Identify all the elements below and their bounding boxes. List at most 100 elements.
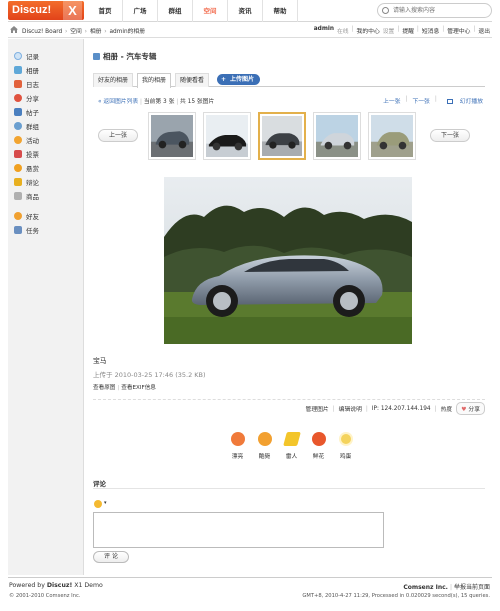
ip-address: IP: 124.207.144.194 xyxy=(371,405,431,412)
emotion-flower[interactable]: 鲜花 xyxy=(305,432,332,460)
home-icon[interactable] xyxy=(10,26,18,33)
emotion-label: 酷毙 xyxy=(258,454,271,460)
divider: | xyxy=(442,26,445,32)
sidebar-item-reward[interactable]: 悬赏 xyxy=(14,162,39,174)
submit-comment-button[interactable]: 评 论 xyxy=(93,551,129,563)
breadcrumb-album[interactable]: 相册 xyxy=(90,29,102,35)
breadcrumb-user-album[interactable]: admin的相册 xyxy=(109,29,145,35)
edit-description-link[interactable]: 编辑说明 xyxy=(339,404,362,413)
emotion-shocking[interactable]: 雷人 xyxy=(278,432,305,460)
tab-random[interactable]: 随便看看 xyxy=(175,73,210,87)
photo-title: 宝马 xyxy=(93,357,107,365)
sidebar-item-debate[interactable]: 辩论 xyxy=(14,176,39,188)
settings-link[interactable]: 设置 xyxy=(383,26,395,35)
report-page-link[interactable]: 举报当前页面 xyxy=(454,584,490,591)
smiley-icon[interactable] xyxy=(94,500,102,508)
breadcrumb-board[interactable]: Discuz! Board xyxy=(22,29,62,35)
thumbnail[interactable] xyxy=(313,112,361,160)
nav-square[interactable]: 广场 xyxy=(123,0,158,22)
sidebar-item-share[interactable]: 分享 xyxy=(14,92,39,104)
sidebar-item-activity[interactable]: 活动 xyxy=(14,134,39,146)
photo-toolbar: « 返回图片列表 | 当前第 3 张 | 共 15 张图片 上一张 | 下一张 … xyxy=(93,94,485,106)
breadcrumb-space[interactable]: 空间 xyxy=(70,29,82,35)
thumbnail[interactable] xyxy=(148,112,196,160)
emotion-label: 鸡蛋 xyxy=(339,454,352,460)
sidebar-item-friends[interactable]: 好友 xyxy=(14,210,39,222)
slideshow-icon xyxy=(446,99,453,104)
divider: | xyxy=(405,96,408,102)
upload-photo-button[interactable]: + 上传图片 xyxy=(217,74,261,85)
next-photo-button[interactable]: 下一张 xyxy=(430,129,470,142)
powered-by: Powered by Discuz! X1 Demo xyxy=(9,582,103,589)
my-center-link[interactable]: 我的中心 xyxy=(357,26,380,35)
tab-friends-album[interactable]: 好友的相册 xyxy=(93,73,134,87)
upload-label: 上传图片 xyxy=(230,76,255,83)
search-icon[interactable] xyxy=(382,7,389,14)
breadcrumb: Discuz! Board › 空间 › 相册 › admin的相册 xyxy=(22,26,145,35)
thumbnail[interactable] xyxy=(203,112,251,160)
sidebar-item-poll[interactable]: 投票 xyxy=(14,148,39,160)
photo-links: 查看原图 | 查看EXIF信息 xyxy=(93,383,156,391)
photo-actions: 管理图片 | 编辑说明 | IP: 124.207.144.194 | 热度 ♥… xyxy=(306,402,485,415)
slideshow-link[interactable]: 幻灯播放 xyxy=(442,96,483,105)
logout-link[interactable]: 退出 xyxy=(478,26,490,35)
sidebar-item-album[interactable]: 相册 xyxy=(14,64,39,76)
sidebar-item-task[interactable]: 任务 xyxy=(14,224,39,236)
prev-photo-link[interactable]: 上一张 xyxy=(383,96,400,105)
view-exif-link[interactable]: 查看EXIF信息 xyxy=(121,385,156,391)
thread-icon xyxy=(14,108,22,116)
nav-home[interactable]: 首页 xyxy=(88,0,123,22)
prev-photo-button[interactable]: 上一张 xyxy=(98,129,138,142)
debate-icon xyxy=(14,178,22,186)
heart-icon: ♥ xyxy=(461,407,467,413)
sidebar-item-thread[interactable]: 帖子 xyxy=(14,106,39,118)
messages-link[interactable]: 短消息 xyxy=(422,26,439,35)
notifications-link[interactable]: 提醒 xyxy=(402,26,414,35)
slideshow-label: 幻灯播放 xyxy=(459,99,483,105)
emotion-pretty[interactable]: 漂亮 xyxy=(224,432,251,460)
site-logo[interactable]: Discuz! X xyxy=(8,1,84,20)
user-menu: admin 在线 | 我的中心 设置 | 提醒 | 短消息 | 管理中心 | 退… xyxy=(311,26,490,35)
tab-my-album[interactable]: 我的相册 xyxy=(137,73,172,88)
thumbnail[interactable] xyxy=(368,112,416,160)
nav-group[interactable]: 群组 xyxy=(158,0,193,22)
view-original-link[interactable]: 查看原图 xyxy=(93,385,115,391)
nav-help[interactable]: 帮助 xyxy=(263,0,298,22)
emotion-cool[interactable]: 酷毙 xyxy=(251,432,278,460)
manage-photo-link[interactable]: 管理图片 xyxy=(306,404,329,413)
pretty-face-icon xyxy=(230,432,245,446)
nav-space[interactable]: 空间 xyxy=(193,0,228,22)
thumbnail-image xyxy=(371,115,413,157)
company-link[interactable]: Comsenz Inc. xyxy=(403,584,448,591)
share-label: 分享 xyxy=(468,407,480,413)
chevron-down-icon[interactable]: ▾ xyxy=(104,500,107,506)
sidebar-item-group[interactable]: 群组 xyxy=(14,120,39,132)
album-tabs: 好友的相册 我的相册 随便看看 + 上传图片 xyxy=(93,72,485,88)
username-link[interactable]: admin xyxy=(314,26,334,35)
sidebar-item-label: 帖子 xyxy=(26,109,39,117)
emotion-label: 鲜花 xyxy=(312,454,325,460)
main-photo[interactable] xyxy=(164,177,412,344)
share-button[interactable]: ♥ 分享 xyxy=(456,402,485,415)
sidebar-item-goods[interactable]: 商品 xyxy=(14,190,39,202)
sidebar-item-blog[interactable]: 日志 xyxy=(14,78,39,90)
goods-icon xyxy=(14,192,22,200)
activity-icon xyxy=(14,136,22,144)
thumbnail-image xyxy=(262,116,302,156)
admin-center-link[interactable]: 管理中心 xyxy=(447,26,470,35)
nav-news[interactable]: 资讯 xyxy=(228,0,263,22)
search-input[interactable] xyxy=(393,6,488,15)
sidebar-item-label: 相册 xyxy=(26,67,39,75)
next-photo-link[interactable]: 下一张 xyxy=(412,96,429,105)
thumbnail-selected[interactable] xyxy=(258,112,306,160)
poll-icon xyxy=(14,150,22,158)
page-title: 相册 - 汽车专辑 xyxy=(93,51,156,62)
comment-input[interactable] xyxy=(93,512,384,548)
online-status[interactable]: 在线 xyxy=(337,26,349,35)
emotion-egg[interactable]: 鸡蛋 xyxy=(332,432,359,460)
sidebar-item-record[interactable]: 记录 xyxy=(14,50,39,62)
back-to-list-link[interactable]: 返回图片列表 xyxy=(103,99,138,105)
lightning-icon xyxy=(282,432,301,446)
copyright: © 2001-2010 Comsenz Inc. xyxy=(9,593,81,599)
discuz-link[interactable]: Discuz! xyxy=(47,582,72,589)
